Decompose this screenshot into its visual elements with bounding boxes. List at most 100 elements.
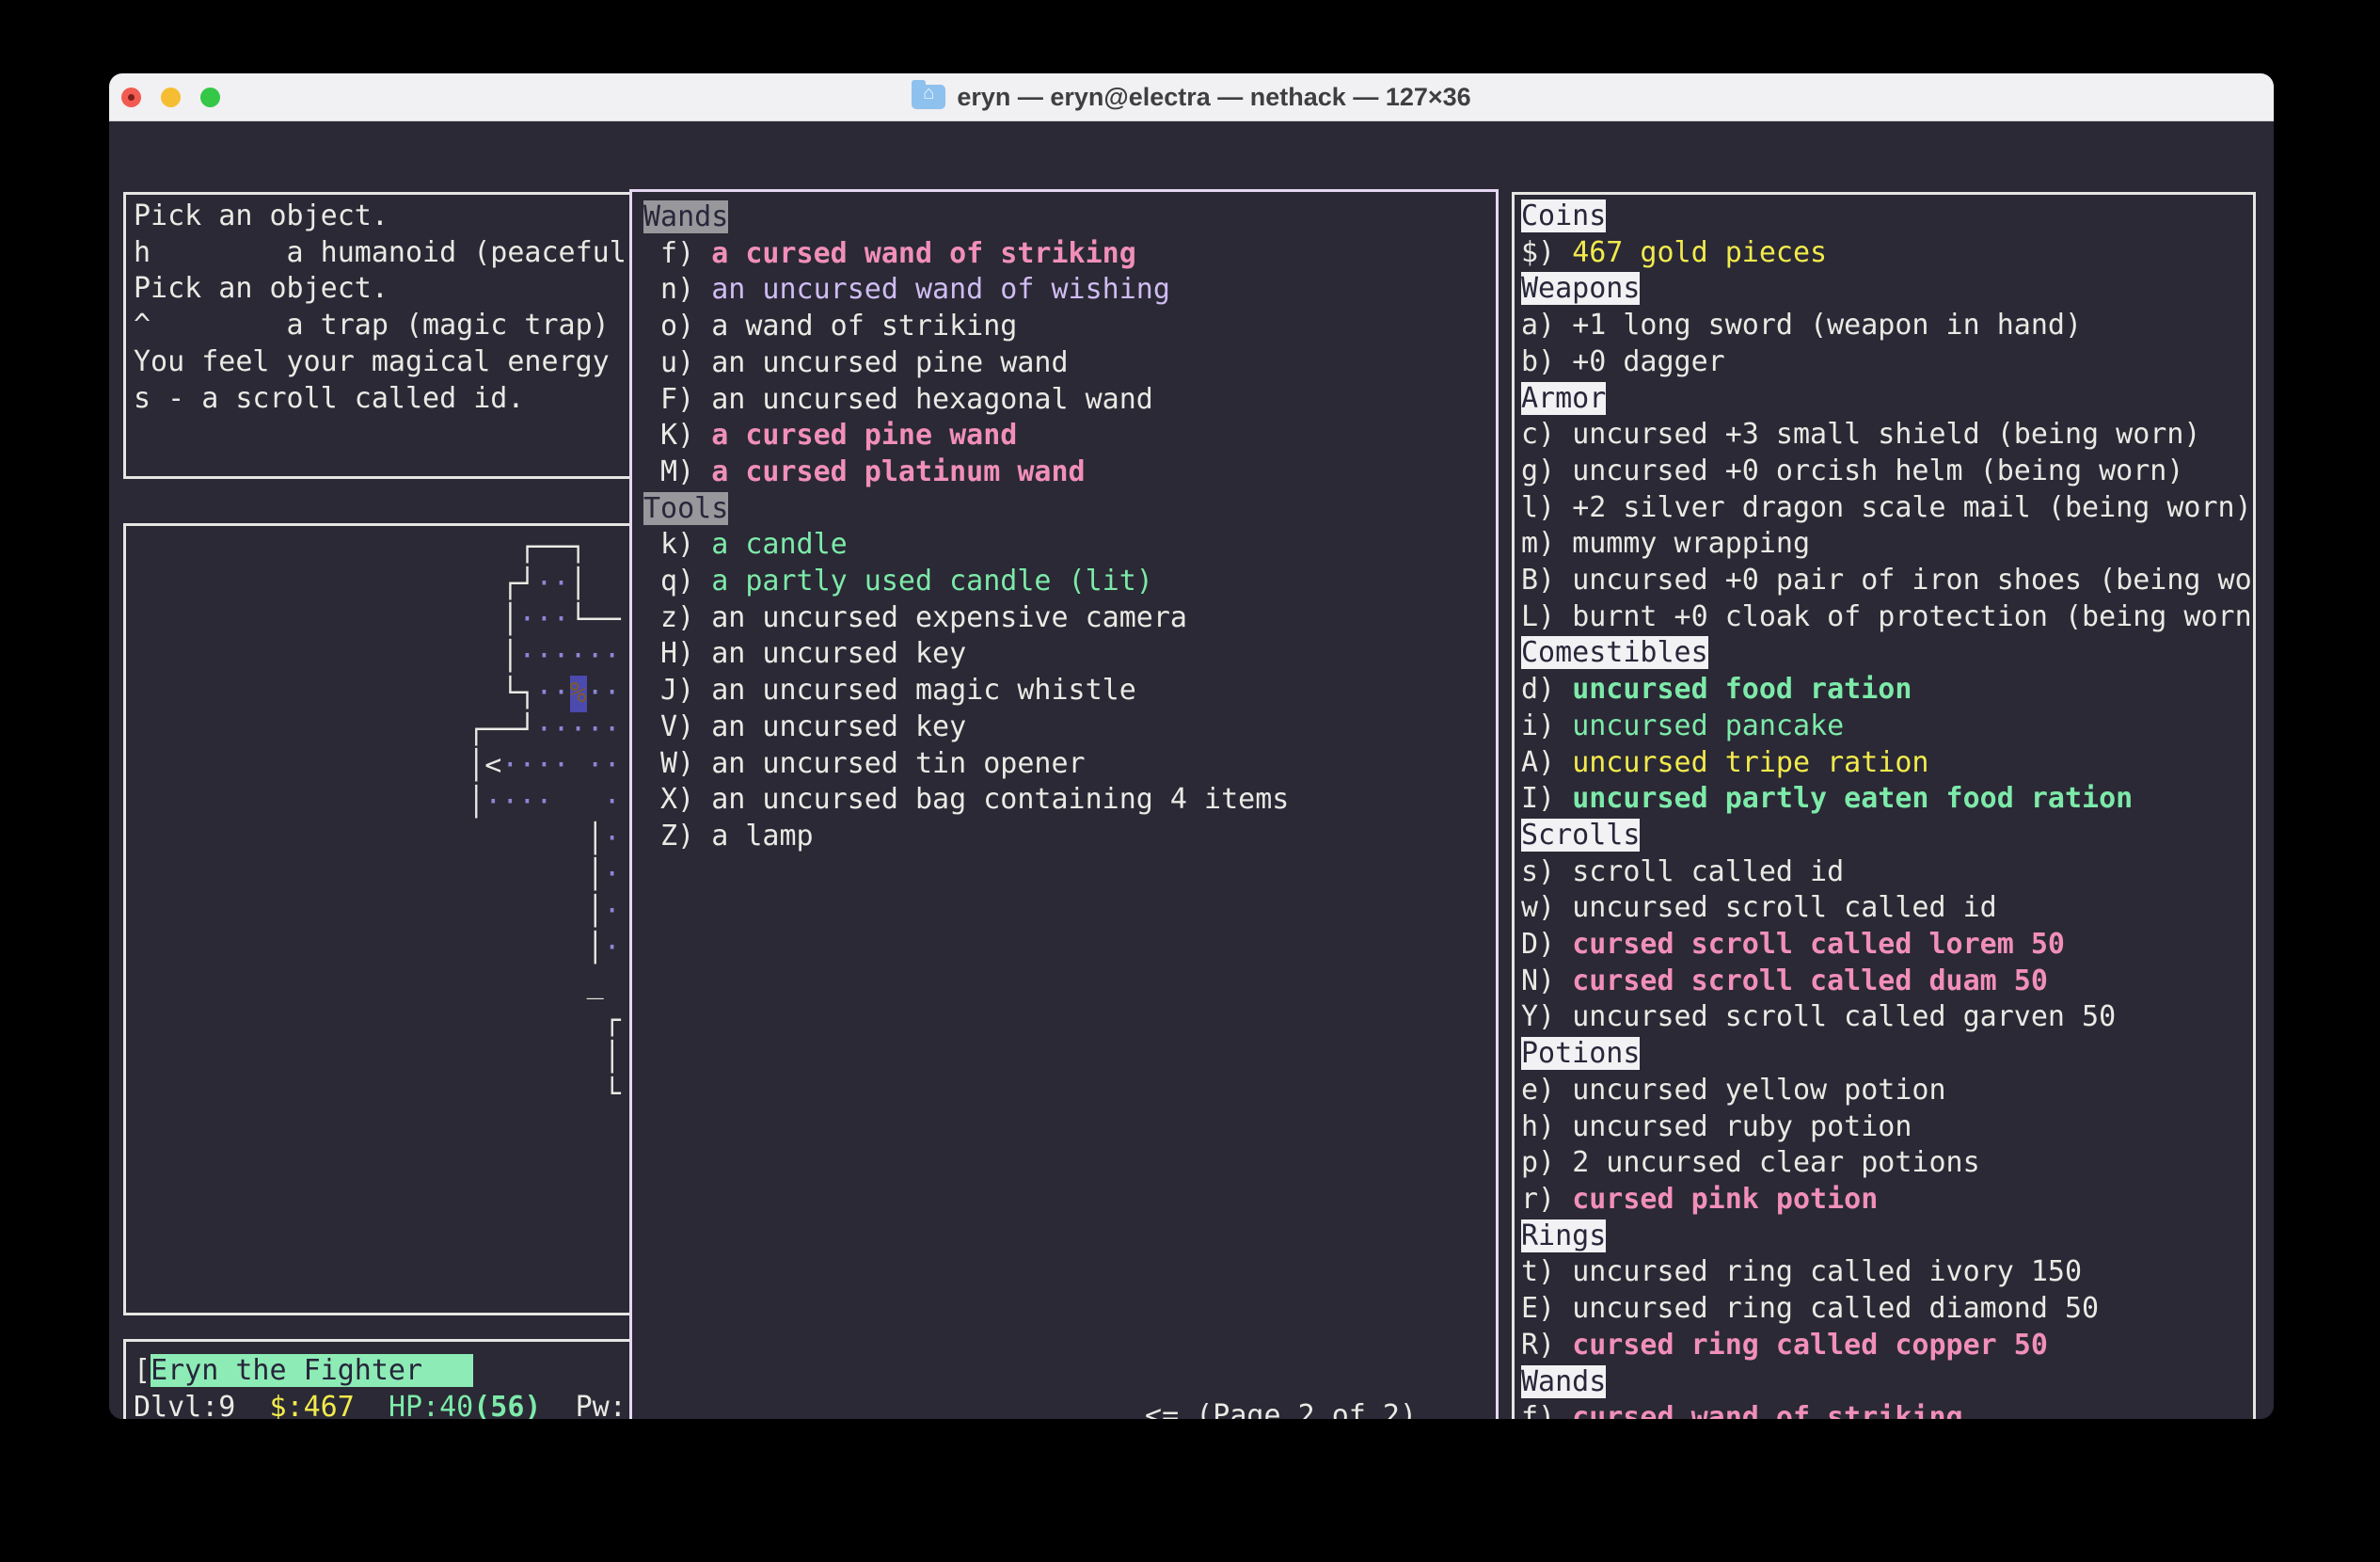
menu-item-H[interactable]: H) an uncursed key: [643, 636, 1496, 673]
inventory-item-label: mummy wrapping: [1572, 527, 1810, 560]
inventory-section-header: Armor: [1521, 381, 2253, 418]
inventory-item-key: N): [1521, 964, 1572, 997]
inventory-item-key: a): [1521, 309, 1572, 342]
menu-item-key: o): [643, 310, 711, 343]
map-wall: │: [587, 858, 604, 891]
map-window[interactable]: ┌──┐ ┌┘··│ │···└── │······ └┐··%·· ┌──┘·…: [123, 523, 632, 1315]
inventory-section-header: Coins: [1521, 199, 2253, 235]
menu-item-key: K): [643, 419, 711, 452]
page-indicator: <= (Page 2 of 2): [1145, 1398, 1417, 1419]
menu-section-header: Tools: [643, 491, 1496, 528]
inventory-item-l: l) +2 silver dragon scale mail (being wo…: [1521, 490, 2253, 527]
map-row: ┌┘··│: [145, 566, 629, 603]
inventory-item-t: t) uncursed ring called ivory 150: [1521, 1254, 2253, 1291]
terminal-window: eryn — eryn@electra — nethack — 127×36 P…: [109, 73, 2274, 1419]
inventory-item-p: p) 2 uncursed clear potions: [1521, 1145, 2253, 1182]
inventory-item-m: m) mummy wrapping: [1521, 526, 2253, 563]
status-window: [Eryn the Fighter Dlvl:9 $:467 HP:40(56)…: [123, 1339, 632, 1419]
menu-item-label: an uncursed magic whistle: [711, 674, 1136, 707]
close-button[interactable]: [121, 88, 141, 107]
inventory-item-label: cursed scroll called duam 50: [1572, 964, 2048, 997]
stairs-up-glyph: <: [484, 749, 501, 782]
inventory-section-header: Weapons: [1521, 271, 2253, 308]
map-floor: ···: [518, 603, 569, 636]
inventory-item-A: A) uncursed tripe ration: [1521, 745, 2253, 782]
map-floor: ··: [535, 567, 569, 600]
menu-item-X[interactable]: X) an uncursed bag containing 4 items: [643, 782, 1496, 819]
inventory-item-N: N) cursed scroll called duam 50: [1521, 964, 2253, 1000]
menu-item-z[interactable]: z) an uncursed expensive camera: [643, 600, 1496, 637]
inventory-item-key: h): [1521, 1110, 1572, 1143]
map-floor: ····: [484, 786, 552, 819]
menu-item-key: Z): [643, 820, 711, 853]
map-floor: ··: [535, 677, 569, 709]
menu-item-k[interactable]: k) a candle: [643, 527, 1496, 564]
menu-item-key: n): [643, 273, 711, 306]
menu-item-q[interactable]: q) a partly used candle (lit): [643, 564, 1496, 600]
menu-item-key: f): [643, 237, 711, 270]
inventory-item-label: uncursed yellow potion: [1572, 1074, 1945, 1107]
inventory-item-label: scroll called id: [1572, 855, 1844, 888]
map-floor: ··: [587, 749, 621, 782]
inventory-item-r: r) cursed pink potion: [1521, 1182, 2253, 1219]
menu-item-f[interactable]: f) a cursed wand of striking: [643, 236, 1496, 273]
menu-item-F[interactable]: F) an uncursed hexagonal wand: [643, 382, 1496, 419]
map-wall: └: [604, 1077, 621, 1110]
inventory-item-label: uncursed scroll called garven 50: [1572, 1000, 2116, 1033]
message-line: s - a scroll called id.: [134, 381, 629, 418]
map-floor: ·: [604, 858, 621, 891]
minimize-button[interactable]: [161, 88, 181, 107]
inventory-item-label: 2 uncursed clear potions: [1572, 1146, 1979, 1179]
inventory-item-label: uncursed ring called diamond 50: [1572, 1292, 2099, 1325]
inventory-item-$: $) 467 gold pieces: [1521, 235, 2253, 272]
inventory-item-e: e) uncursed yellow potion: [1521, 1073, 2253, 1109]
map-floor: ··: [587, 677, 621, 709]
map-wall: │: [501, 603, 518, 636]
map-row: _: [145, 966, 629, 1003]
inventory-item-label: +2 silver dragon scale mail (being worn): [1572, 491, 2251, 524]
map-row: └: [145, 1076, 629, 1113]
map-wall: └┐: [501, 677, 535, 709]
menu-item-label: an uncursed pine wand: [711, 346, 1068, 379]
inventory-item-key: D): [1521, 928, 1572, 961]
inventory-item-label: uncursed food ration: [1572, 673, 1912, 706]
menu-item-Z[interactable]: Z) a lamp: [643, 819, 1496, 855]
map-floor: ·····: [535, 713, 620, 746]
inventory-item-label: +1 long sword (weapon in hand): [1572, 309, 2082, 342]
menu-item-M[interactable]: M) a cursed platinum wand: [643, 454, 1496, 491]
menu-item-key: H): [643, 637, 711, 670]
inventory-item-key: f): [1521, 1401, 1572, 1419]
inventory-item-c: c) uncursed +3 small shield (being worn): [1521, 417, 2253, 454]
inventory-item-key: R): [1521, 1329, 1572, 1362]
inventory-item-label: uncursed tripe ration: [1572, 746, 1928, 779]
menu-item-n[interactable]: n) an uncursed wand of wishing: [643, 272, 1496, 309]
inventory-item-label: uncursed pancake: [1572, 709, 1844, 742]
menu-item-J[interactable]: J) an uncursed magic whistle: [643, 673, 1496, 709]
inventory-item-label: uncursed ring called ivory 150: [1572, 1255, 2082, 1288]
map-row: │·: [145, 821, 629, 858]
menu-item-o[interactable]: o) a wand of striking: [643, 309, 1496, 345]
inventory-item-key: m): [1521, 527, 1572, 560]
map-row: ┌──┐: [145, 530, 629, 566]
map-wall: │: [468, 749, 484, 782]
menu-item-V[interactable]: V) an uncursed key: [643, 709, 1496, 746]
menu-item-u[interactable]: u) an uncursed pine wand: [643, 345, 1496, 382]
titlebar[interactable]: eryn — eryn@electra — nethack — 127×36: [109, 73, 2274, 121]
inventory-item-i: i) uncursed pancake: [1521, 709, 2253, 745]
map-cursor: %: [570, 676, 587, 712]
inventory-item-label: uncursed ruby potion: [1572, 1110, 1912, 1143]
message-window: Pick an object.h a humanoid (peacefulPic…: [123, 192, 632, 479]
menu-item-key: X): [643, 783, 711, 816]
map-wall: ┌──┐: [518, 531, 586, 564]
inventory-section-header: Scrolls: [1521, 818, 2253, 854]
menu-item-key: q): [643, 565, 711, 598]
menu-item-W[interactable]: W) an uncursed tin opener: [643, 746, 1496, 783]
inventory-item-key: g): [1521, 454, 1572, 487]
inventory-section-header: Comestibles: [1521, 635, 2253, 672]
menu-item-K[interactable]: K) a cursed pine wand: [643, 418, 1496, 454]
inventory-item-key: I): [1521, 782, 1572, 815]
zoom-button[interactable]: [200, 88, 220, 107]
inventory-item-key: $): [1521, 236, 1572, 269]
map-floor: ······: [518, 640, 620, 673]
message-line: You feel your magical energy: [134, 344, 629, 381]
